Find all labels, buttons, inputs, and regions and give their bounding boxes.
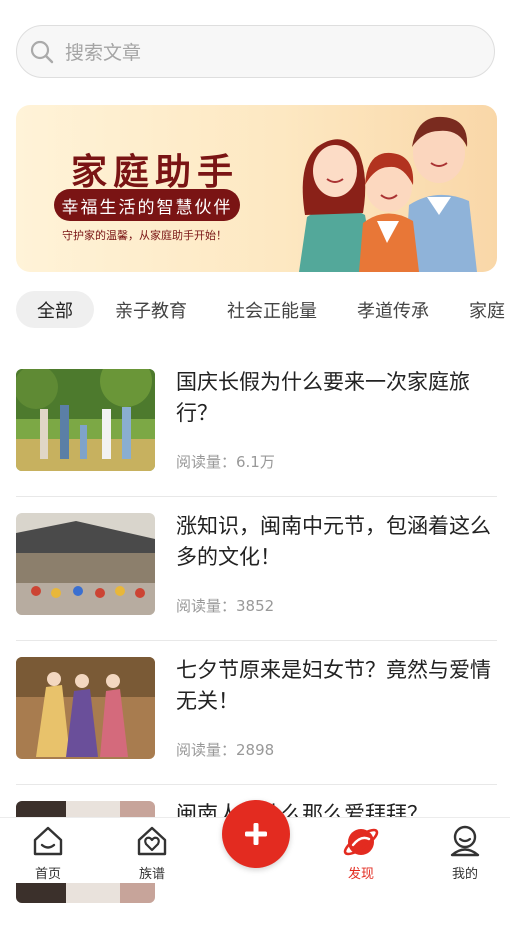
- banner-title: 家庭助手: [71, 152, 240, 193]
- banner-tagline: 幸福生活的智慧伙伴: [54, 189, 240, 221]
- tabbar-profile[interactable]: 我的: [425, 823, 505, 882]
- tab-family[interactable]: 家庭: [469, 297, 505, 323]
- home-icon: [8, 823, 88, 859]
- tabbar-profile-label: 我的: [451, 867, 478, 882]
- article-read-count: 阅读量：6.1万: [176, 453, 275, 471]
- tabbar-family-tree-label: 族谱: [138, 867, 165, 882]
- search-icon: [29, 39, 55, 65]
- article-item[interactable]: 国庆长假为什么要来一次家庭旅行？ 阅读量：6.1万: [16, 353, 497, 497]
- article-thumbnail: [16, 369, 155, 471]
- family-illustration: [299, 116, 477, 272]
- tab-filial-piety[interactable]: 孝道传承: [357, 297, 429, 323]
- tab-all[interactable]: 全部: [16, 291, 94, 328]
- tabbar-discover-label: 发现: [347, 867, 374, 882]
- search-placeholder: 搜索文章: [65, 42, 142, 64]
- tabbar-family-tree[interactable]: 族谱: [112, 823, 192, 882]
- plus-icon: [245, 823, 267, 845]
- article-title: 国庆长假为什么要来一次家庭旅行？: [176, 370, 470, 425]
- search-bar[interactable]: 搜索文章: [16, 25, 495, 78]
- tabbar-discover[interactable]: 发现: [321, 823, 401, 882]
- article-item[interactable]: 涨知识，闽南中元节，包涵着这么多的文化！ 阅读量：3852: [16, 497, 497, 641]
- article-item[interactable]: 七夕节原来是妇女节？竟然与爱情无关！ 阅读量：2898: [16, 641, 497, 785]
- article-title: 涨知识，闽南中元节，包涵着这么多的文化！: [176, 514, 491, 569]
- tabbar-home-label: 首页: [34, 867, 61, 882]
- tab-positive-energy[interactable]: 社会正能量: [227, 297, 317, 323]
- article-thumbnail: [16, 513, 155, 615]
- banner-subtitle: 守护家的温馨，从家庭助手开始！: [62, 229, 227, 242]
- article-read-count: 阅读量：3852: [176, 597, 275, 615]
- tabbar-home[interactable]: 首页: [8, 823, 88, 882]
- family-tree-icon: [112, 823, 192, 859]
- article-title: 七夕节原来是妇女节？竟然与爱情无关！: [176, 658, 491, 713]
- promo-banner[interactable]: 家庭助手 幸福生活的智慧伙伴 守护家的温馨，从家庭助手开始！: [16, 105, 497, 272]
- add-button[interactable]: [222, 800, 290, 868]
- category-tabs: 全部 亲子教育 社会正能量 孝道传承 家庭: [16, 291, 510, 328]
- discover-icon: [321, 823, 401, 859]
- article-read-count: 阅读量：2898: [176, 741, 275, 759]
- profile-icon: [425, 823, 505, 859]
- article-thumbnail: [16, 657, 155, 759]
- tab-parenting[interactable]: 亲子教育: [115, 297, 187, 323]
